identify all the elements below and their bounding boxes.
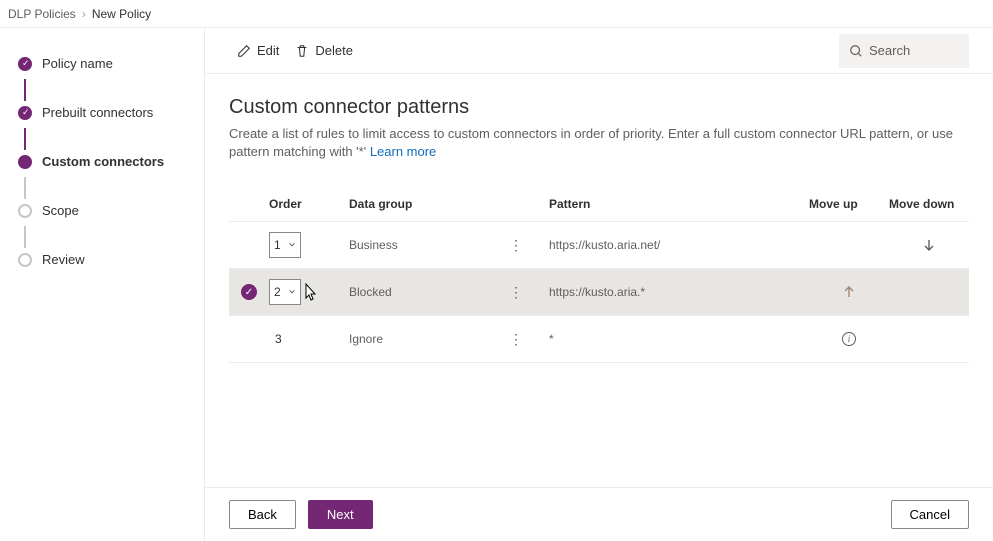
breadcrumb-current: New Policy — [92, 7, 151, 21]
more-menu-icon[interactable]: ⋮ — [509, 331, 549, 348]
order-value: 2 — [274, 285, 281, 299]
chevron-right-icon: › — [82, 7, 86, 21]
step-done-icon — [18, 57, 32, 71]
step-label: Policy name — [42, 56, 113, 71]
pattern-cell: https://kusto.aria.* — [549, 285, 809, 299]
page-title: Custom connector patterns — [229, 96, 969, 119]
chevron-down-icon — [288, 288, 296, 296]
footer: Back Next Cancel — [205, 487, 993, 541]
search-icon — [849, 44, 863, 58]
step-label: Custom connectors — [42, 154, 164, 169]
back-button[interactable]: Back — [229, 500, 296, 529]
pattern-cell: * — [549, 332, 809, 346]
step-policy-name[interactable]: Policy name — [18, 56, 194, 71]
row-select-cell[interactable]: ✓ — [229, 284, 269, 300]
edit-button[interactable]: Edit — [229, 37, 287, 64]
data-group-cell: Ignore — [349, 332, 509, 346]
step-connector — [24, 128, 26, 150]
data-group-cell: Blocked — [349, 285, 509, 299]
table-row[interactable]: 1 Business ⋮ https://kusto.aria.net/ — [229, 222, 969, 269]
step-pending-icon — [18, 253, 32, 267]
step-scope[interactable]: Scope — [18, 203, 194, 218]
search-placeholder: Search — [869, 43, 910, 58]
delete-button[interactable]: Delete — [287, 37, 361, 64]
order-value: 1 — [274, 238, 281, 252]
step-prebuilt-connectors[interactable]: Prebuilt connectors — [18, 105, 194, 120]
move-down-icon[interactable] — [921, 237, 937, 253]
step-connector — [24, 226, 26, 248]
table-row[interactable]: 3 Ignore ⋮ * i — [229, 316, 969, 363]
wizard-steps: Policy name Prebuilt connectors Custom c… — [0, 28, 205, 541]
page-description: Create a list of rules to limit access t… — [229, 125, 969, 161]
step-pending-icon — [18, 204, 32, 218]
patterns-table: Order Data group Pattern Move up Move do… — [229, 187, 969, 363]
edit-label: Edit — [257, 43, 279, 58]
col-pattern[interactable]: Pattern — [549, 197, 809, 211]
col-move-down[interactable]: Move down — [889, 197, 969, 211]
order-dropdown[interactable]: 1 — [269, 232, 301, 258]
breadcrumb: DLP Policies › New Policy — [0, 0, 993, 28]
toolbar: Edit Delete Search — [205, 28, 993, 74]
order-value-static: 3 — [269, 326, 301, 352]
order-value: 3 — [275, 332, 282, 346]
pattern-cell: https://kusto.aria.net/ — [549, 238, 809, 252]
cancel-button[interactable]: Cancel — [891, 500, 969, 529]
step-label: Scope — [42, 203, 79, 218]
step-custom-connectors[interactable]: Custom connectors — [18, 154, 194, 169]
next-button[interactable]: Next — [308, 500, 373, 529]
col-move-up[interactable]: Move up — [809, 197, 889, 211]
checkmark-icon: ✓ — [241, 284, 257, 300]
chevron-down-icon — [288, 241, 296, 249]
more-menu-icon[interactable]: ⋮ — [509, 284, 549, 301]
move-up-icon[interactable] — [841, 284, 857, 300]
step-label: Prebuilt connectors — [42, 105, 153, 120]
order-dropdown[interactable]: 2 — [269, 279, 301, 305]
table-header: Order Data group Pattern Move up Move do… — [229, 187, 969, 222]
data-group-cell: Business — [349, 238, 509, 252]
delete-label: Delete — [315, 43, 353, 58]
learn-more-link[interactable]: Learn more — [370, 144, 436, 159]
step-done-icon — [18, 106, 32, 120]
col-order[interactable]: Order — [269, 197, 349, 211]
step-review[interactable]: Review — [18, 252, 194, 267]
step-connector — [24, 177, 26, 199]
edit-icon — [237, 44, 251, 58]
breadcrumb-parent[interactable]: DLP Policies — [8, 7, 76, 21]
search-input[interactable]: Search — [839, 34, 969, 68]
more-menu-icon[interactable]: ⋮ — [509, 237, 549, 254]
col-data-group[interactable]: Data group — [349, 197, 509, 211]
step-connector — [24, 79, 26, 101]
table-row[interactable]: ✓ 2 Blocked ⋮ https://kusto.aria.* — [229, 269, 969, 316]
info-icon[interactable]: i — [842, 332, 856, 346]
step-active-icon — [18, 155, 32, 169]
delete-icon — [295, 44, 309, 58]
step-label: Review — [42, 252, 85, 267]
description-text: Create a list of rules to limit access t… — [229, 126, 953, 159]
